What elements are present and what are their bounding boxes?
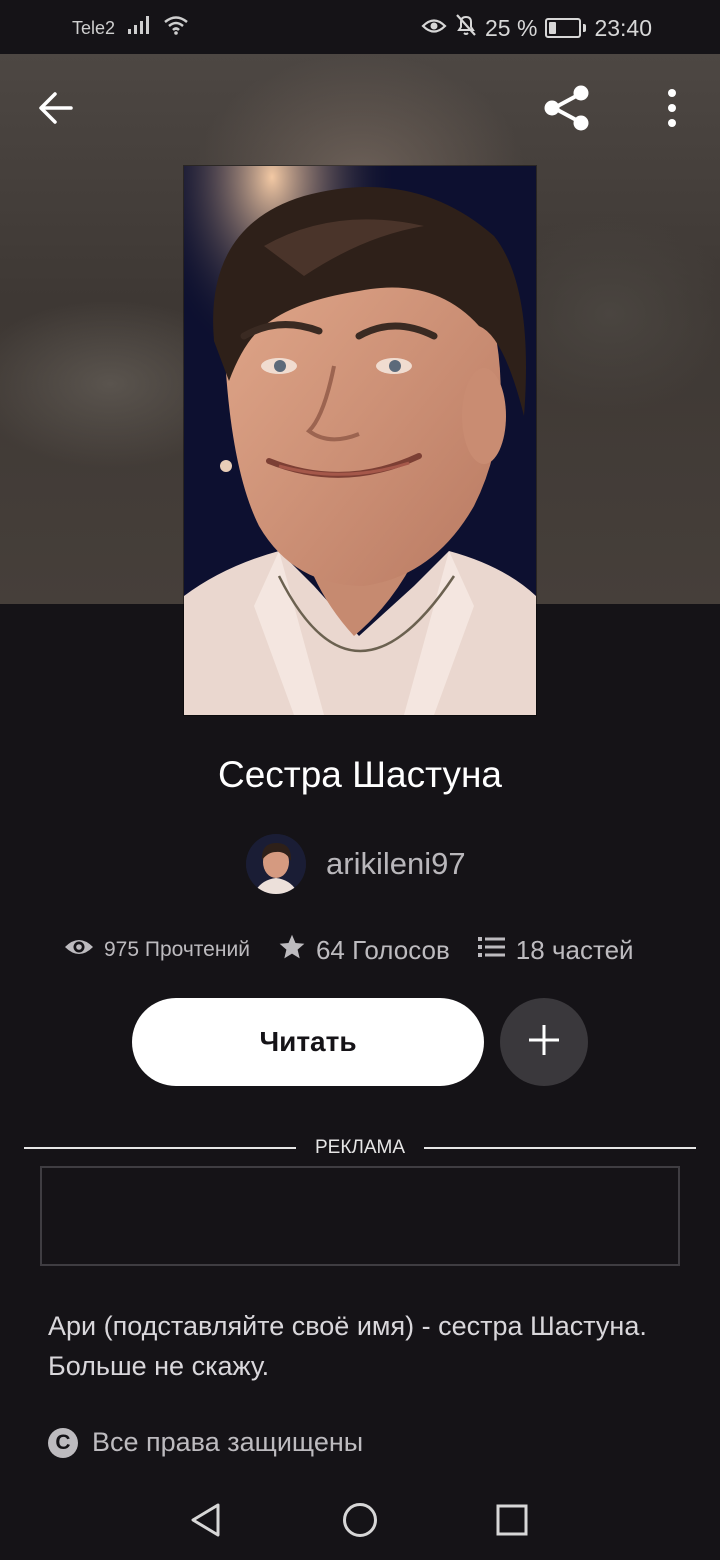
copyright-notice: C Все права защищены <box>48 1427 363 1458</box>
battery-percent: 25 % <box>485 14 538 41</box>
nav-back-icon <box>189 1502 223 1543</box>
reads-stat: 975 Прочтений <box>64 936 250 964</box>
carrier-label: Tele2 <box>72 17 116 38</box>
eye-icon <box>64 936 94 964</box>
star-icon <box>278 933 306 968</box>
story-stats: 975 Прочтений 64 Голосов 18 частей <box>64 928 664 972</box>
ad-banner-slot[interactable] <box>40 1166 680 1266</box>
copyright-icon: C <box>48 1427 78 1458</box>
status-bar: Tele2 25 % 23:40 <box>0 0 720 54</box>
author-name[interactable]: arikileni97 <box>326 846 466 882</box>
list-icon <box>477 935 506 966</box>
story-cover[interactable] <box>184 166 536 715</box>
nav-recent-icon <box>496 1504 528 1541</box>
eye-icon <box>421 15 447 42</box>
story-details-screen: Tele2 25 % 23:40 Сестра Шастуна arikilen… <box>0 0 720 1560</box>
add-to-library-button[interactable] <box>500 998 588 1086</box>
ad-label: РЕКЛАМА <box>314 1137 406 1158</box>
ad-divider-right <box>424 1147 696 1149</box>
parts-count: 18 частей <box>515 934 634 965</box>
status-left: Tele2 <box>72 15 189 41</box>
plus-icon <box>527 1023 561 1062</box>
author-link[interactable]: arikileni97 <box>246 833 466 895</box>
reads-count: 975 Прочтений <box>104 938 250 961</box>
more-vertical-icon <box>666 88 678 133</box>
nav-recent-button[interactable] <box>484 1494 540 1550</box>
copyright-text: Все права защищены <box>92 1427 364 1457</box>
back-arrow-icon <box>36 88 76 133</box>
story-description: Ари (подставляйте своё имя) - сестра Шас… <box>48 1311 647 1381</box>
system-nav-bar <box>0 1478 720 1560</box>
signal-icon <box>127 15 151 41</box>
author-avatar[interactable] <box>246 834 306 894</box>
status-right: 25 % 23:40 <box>421 13 652 43</box>
nav-back-button[interactable] <box>178 1494 234 1550</box>
share-icon <box>541 82 593 139</box>
votes-stat: 64 Голосов <box>278 933 450 968</box>
story-title: Сестра Шастуна <box>217 754 503 795</box>
read-button[interactable]: Читать <box>132 998 484 1086</box>
votes-count: 64 Голосов <box>315 934 450 965</box>
back-button[interactable] <box>24 78 88 142</box>
share-button[interactable] <box>535 78 599 142</box>
battery-icon <box>545 18 587 38</box>
ad-divider-left <box>24 1147 296 1149</box>
nav-home-icon <box>342 1502 378 1543</box>
nav-home-button[interactable] <box>332 1494 388 1550</box>
wifi-icon <box>163 15 189 41</box>
clock: 23:40 <box>594 14 652 41</box>
cover-portrait-illustration <box>184 166 536 715</box>
bell-off-icon <box>455 13 477 43</box>
parts-stat: 18 частей <box>477 934 634 966</box>
more-options-button[interactable] <box>640 78 704 142</box>
battery-fill <box>549 22 557 34</box>
